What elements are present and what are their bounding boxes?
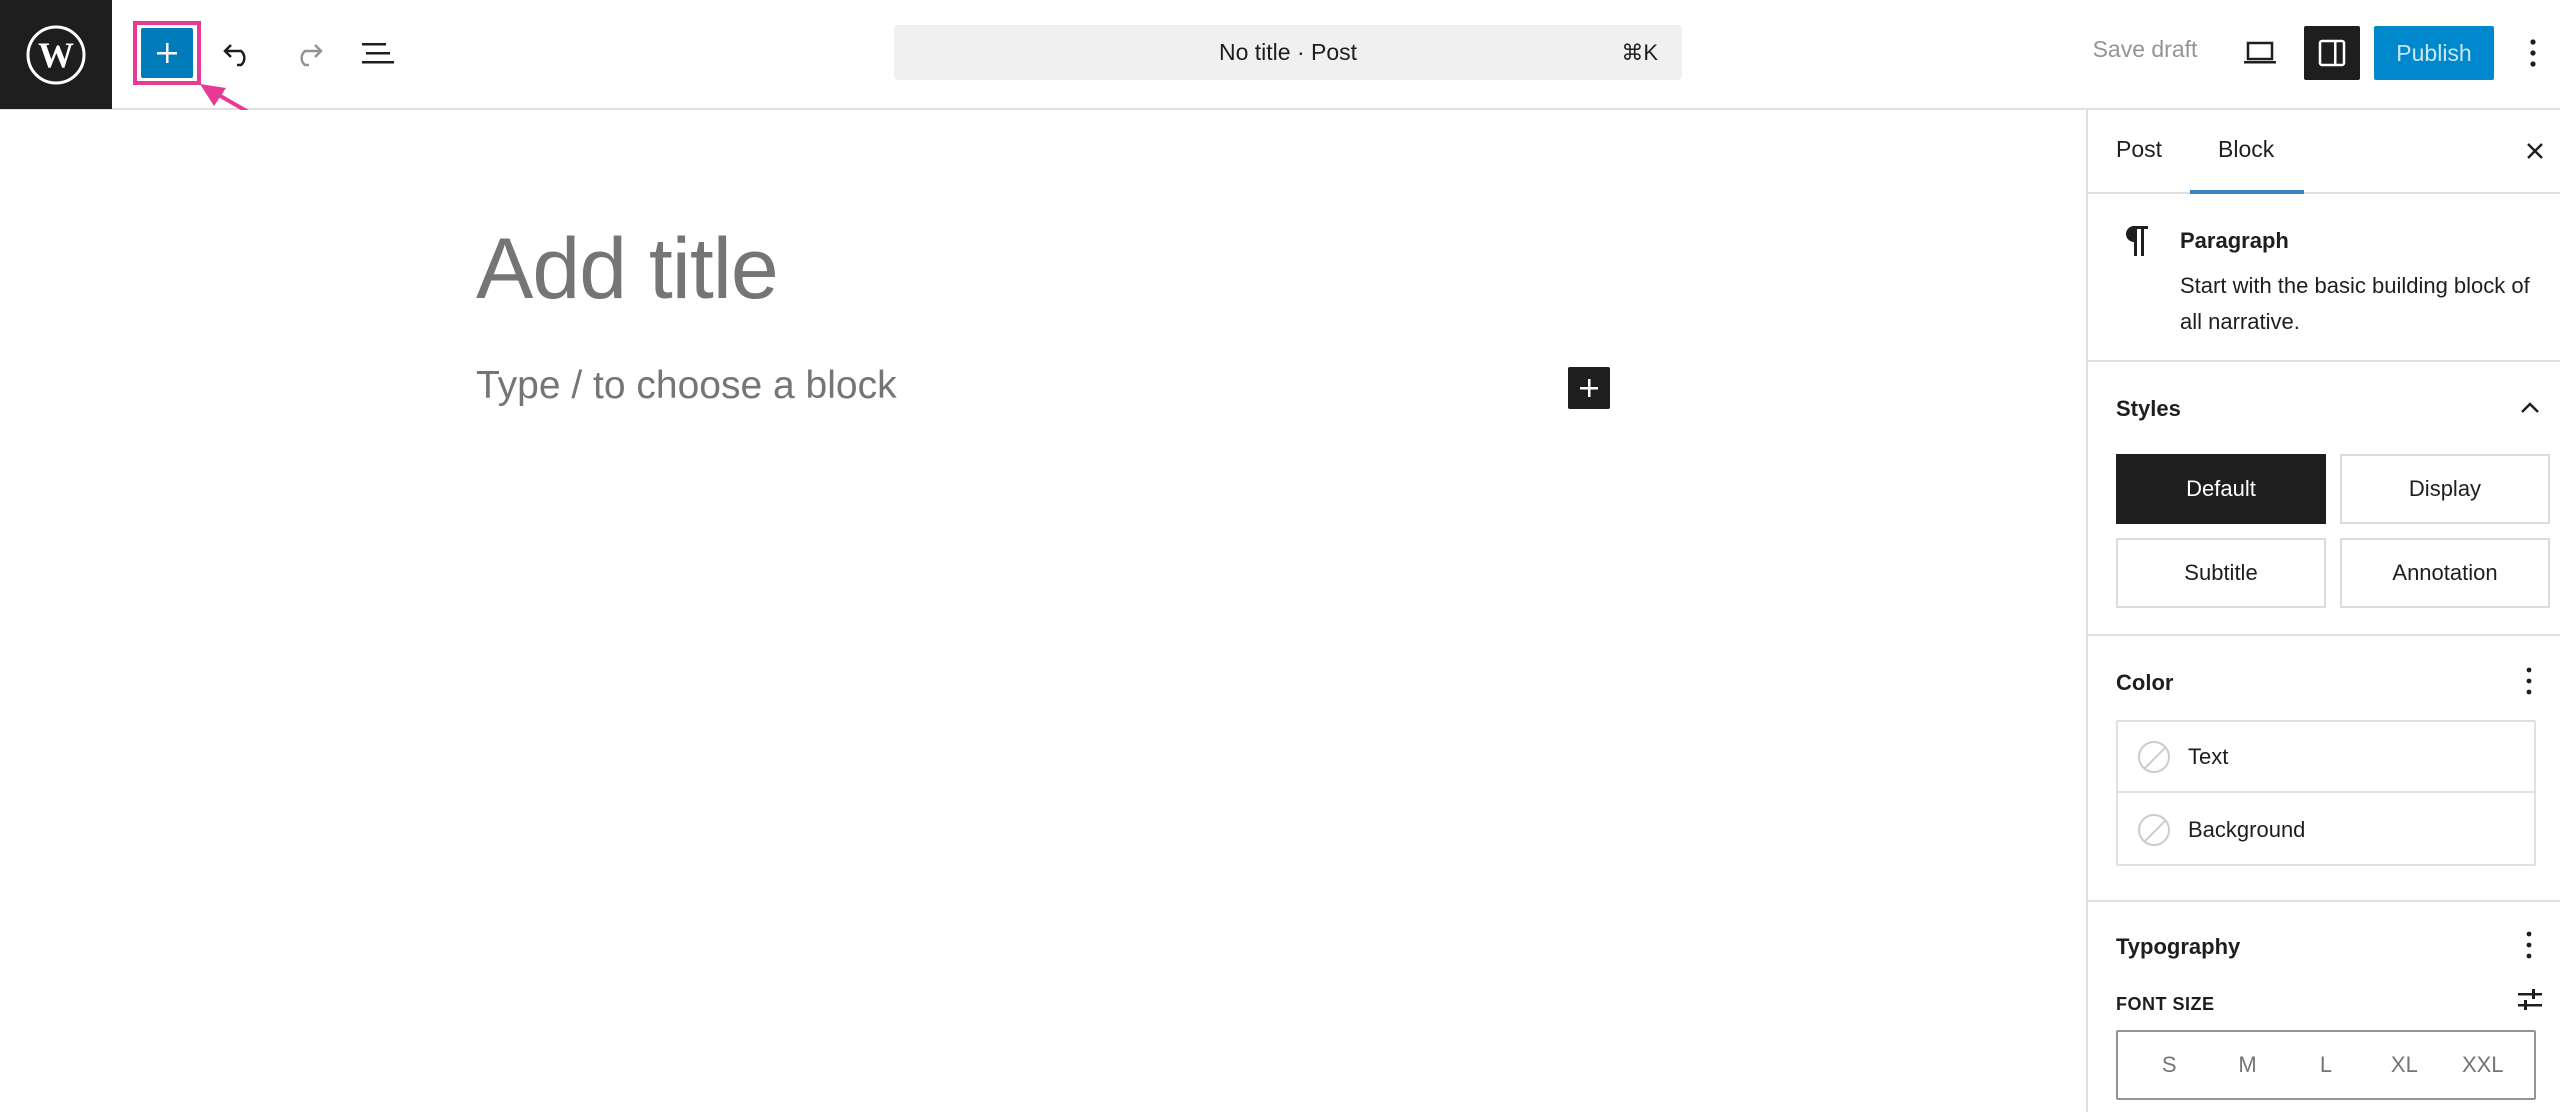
font-size-xxl[interactable]: XXL xyxy=(2453,1052,2513,1078)
plus-icon xyxy=(157,43,177,63)
font-size-label: FONT SIZE xyxy=(2116,994,2215,1014)
undo-icon xyxy=(223,44,246,67)
color-text-option[interactable]: Text xyxy=(2118,722,2534,793)
style-display-button[interactable]: Display xyxy=(2340,454,2550,524)
post-title-input[interactable]: Add title xyxy=(476,220,779,319)
settings-toggle-button[interactable] xyxy=(2304,26,2360,80)
styles-panel: Styles Default Display Subtitle Annotati… xyxy=(2088,362,2560,636)
color-background-option[interactable]: Background xyxy=(2118,794,2534,865)
editor-canvas: Add title Type / to choose a block xyxy=(0,110,2086,1112)
font-size-s[interactable]: S xyxy=(2139,1052,2199,1078)
block-name: Paragraph xyxy=(2180,228,2289,253)
publish-button[interactable]: Publish xyxy=(2374,26,2494,80)
color-heading: Color xyxy=(2116,670,2174,695)
color-background-label: Background xyxy=(2188,816,2306,842)
more-vertical-icon xyxy=(2530,39,2536,67)
svg-text:W: W xyxy=(38,35,74,75)
wordpress-logo-icon[interactable]: W xyxy=(0,0,112,109)
options-menu-button[interactable] xyxy=(2518,28,2548,78)
chevron-up-icon[interactable] xyxy=(2518,398,2542,418)
paragraph-icon xyxy=(2126,226,2148,256)
undo-button[interactable] xyxy=(212,28,264,78)
editor-header: W No title · Post ⌘K Save draft Publish xyxy=(0,0,2560,138)
block-description: Start with the basic building block of a… xyxy=(2180,273,2530,334)
tab-block[interactable]: Block xyxy=(2218,136,2274,163)
font-size-m[interactable]: M xyxy=(2218,1052,2278,1078)
styles-heading[interactable]: Styles xyxy=(2116,396,2181,422)
paragraph-block-input[interactable]: Type / to choose a block xyxy=(476,364,897,408)
more-vertical-icon[interactable] xyxy=(2524,930,2534,960)
typography-heading: Typography xyxy=(2116,934,2241,959)
document-overview-button[interactable] xyxy=(352,28,404,78)
font-size-picker: S M L XL XXL xyxy=(2116,1030,2536,1100)
color-options-box: Text Background xyxy=(2116,720,2536,866)
color-text-label: Text xyxy=(2188,743,2229,769)
close-sidebar-button[interactable] xyxy=(2520,136,2550,166)
document-title: No title · Post xyxy=(1218,39,1358,65)
sidebar-icon xyxy=(2318,39,2346,67)
settings-sliders-icon[interactable] xyxy=(2516,986,2544,1014)
redo-icon xyxy=(300,44,323,67)
color-swatch-icon xyxy=(2138,740,2170,773)
save-draft-button[interactable]: Save draft xyxy=(2070,36,2220,63)
desktop-view-icon xyxy=(2244,41,2276,64)
font-size-xl[interactable]: XL xyxy=(2374,1052,2434,1078)
list-view-icon xyxy=(362,43,394,64)
document-title-bar[interactable]: No title · Post ⌘K xyxy=(894,25,1682,80)
plus-icon xyxy=(1580,379,1598,397)
color-swatch-icon xyxy=(2138,813,2170,846)
settings-sidebar: Post Block Paragraph Start with the basi… xyxy=(2086,110,2560,1112)
sidebar-tabs: Post Block xyxy=(2088,110,2560,194)
font-size-l[interactable]: L xyxy=(2296,1052,2356,1078)
more-vertical-icon[interactable] xyxy=(2524,666,2534,696)
redo-button[interactable] xyxy=(282,28,334,78)
command-shortcut: ⌘K xyxy=(1621,40,1658,65)
style-subtitle-button[interactable]: Subtitle xyxy=(2116,538,2326,608)
add-block-button[interactable] xyxy=(1568,367,1610,409)
block-card: Paragraph Start with the basic building … xyxy=(2088,194,2560,362)
close-icon xyxy=(2527,143,2543,159)
color-panel: Color Text Background xyxy=(2088,636,2560,902)
tab-post[interactable]: Post xyxy=(2116,136,2162,163)
typography-panel: Typography FONT SIZE S M L XL XXL xyxy=(2088,902,2560,1112)
style-default-button[interactable]: Default xyxy=(2116,454,2326,524)
block-inserter-button[interactable] xyxy=(141,28,193,78)
style-annotation-button[interactable]: Annotation xyxy=(2340,538,2550,608)
view-button[interactable] xyxy=(2232,28,2288,78)
